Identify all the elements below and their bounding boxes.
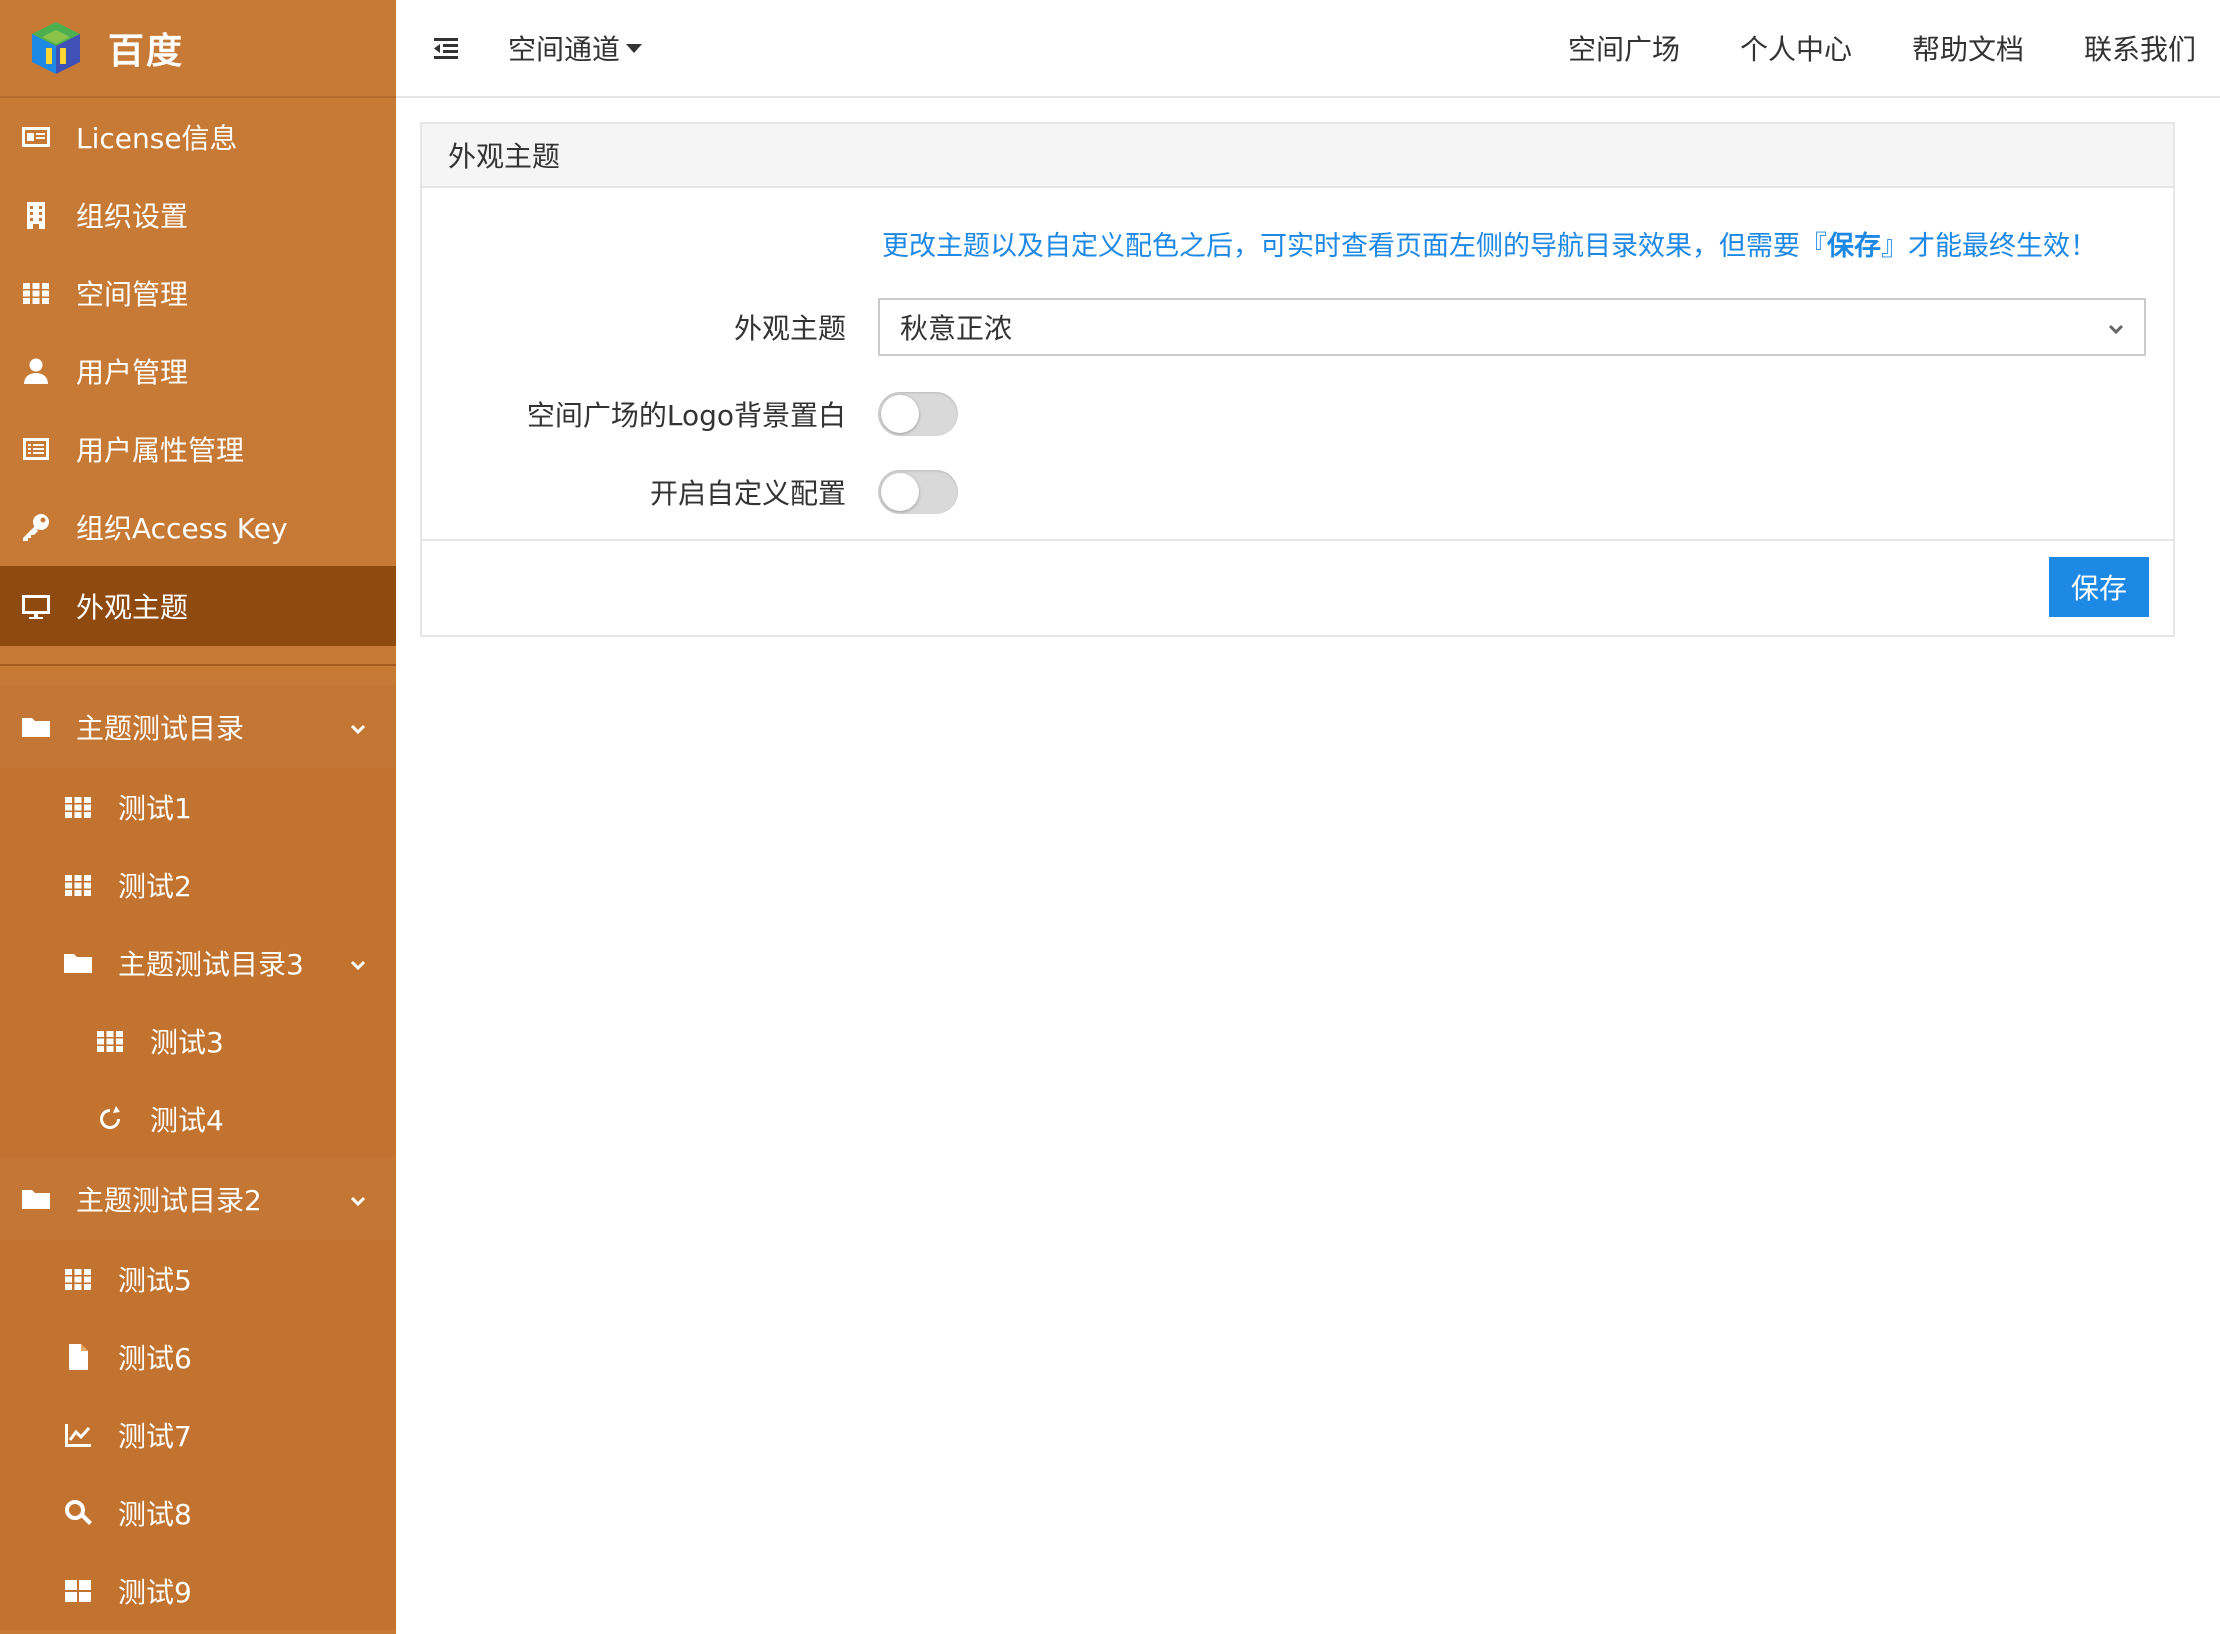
sidebar-item-label: 用户属性管理 (76, 434, 245, 467)
logo-white-label: 空间广场的Logo背景置白 (526, 399, 846, 432)
toggle-knob (881, 395, 919, 433)
building-icon (18, 197, 54, 233)
tree-item-test5[interactable]: 测试5 (0, 1240, 396, 1318)
tree-group-label: 主题测试目录2 (76, 1184, 262, 1217)
grid-icon (18, 275, 54, 311)
sidebar-toggle-icon[interactable] (430, 32, 462, 64)
tree-item-test8[interactable]: 测试8 (0, 1474, 396, 1552)
custom-config-toggle[interactable] (878, 470, 958, 514)
key-icon (18, 509, 54, 545)
custom-config-row: 开启自定义配置 (422, 470, 958, 514)
notice-save-emphasis: 保存 (1827, 231, 1881, 262)
tree-item-label: 测试3 (150, 1026, 224, 1059)
link-personal-center[interactable]: 个人中心 (1740, 28, 1852, 68)
topbar-links: 空间广场 个人中心 帮助文档 联系我们 (1508, 28, 2196, 68)
logo-white-toggle[interactable] (878, 392, 958, 436)
sidebar-item-space-management[interactable]: 空间管理 (0, 254, 396, 332)
tree-group-label: 主题测试目录 (76, 712, 245, 745)
logo-white-row: 空间广场的Logo背景置白 (422, 392, 958, 436)
sidebar-item-user-attributes[interactable]: 用户属性管理 (0, 410, 396, 488)
save-button[interactable]: 保存 (2049, 557, 2149, 617)
tree-item-label: 测试2 (118, 870, 192, 903)
desktop-icon (18, 588, 54, 624)
theme-label: 外观主题 (733, 312, 846, 345)
theme-select[interactable]: 秋意正浓 (878, 298, 2146, 356)
tree-item-test9[interactable]: 测试9 (0, 1552, 396, 1630)
tree-group-label: 主题测试目录3 (118, 948, 304, 981)
theme-select-value: 秋意正浓 (900, 312, 1013, 345)
sidebar-item-license[interactable]: License信息 (0, 98, 396, 176)
sidebar-nav: License信息 组织设置 空间管理 用户管理 用户属性管理 组织Access… (0, 98, 396, 646)
tree-item-label: 测试9 (118, 1576, 192, 1609)
sidebar-item-user-management[interactable]: 用户管理 (0, 332, 396, 410)
tree-item-label: 测试1 (118, 792, 192, 825)
custom-config-label: 开启自定义配置 (649, 477, 846, 510)
sidebar-tree: 主题测试目录 测试1 测试2 主题测试目录3 测试3 测试4 主题测试目录2 测… (0, 686, 396, 1630)
panel-title: 外观主题 (422, 124, 2173, 188)
space-channel-dropdown[interactable]: 空间通道 (508, 28, 643, 68)
sidebar-item-label: 组织设置 (76, 200, 189, 233)
file-icon (60, 1339, 96, 1375)
sidebar-item-access-key[interactable]: 组织Access Key (0, 488, 396, 566)
tree-item-label: 测试4 (150, 1104, 224, 1137)
tree-item-test6[interactable]: 测试6 (0, 1318, 396, 1396)
cube-logo (32, 22, 80, 74)
link-help-docs[interactable]: 帮助文档 (1912, 28, 2024, 68)
user-icon (18, 353, 54, 389)
sidebar-item-org-settings[interactable]: 组织设置 (0, 176, 396, 254)
tree-group-theme-test-dir[interactable]: 主题测试目录 (0, 686, 396, 768)
space-channel-label: 空间通道 (508, 33, 621, 66)
tree-item-test4[interactable]: 测试4 (0, 1080, 396, 1158)
toggle-knob (881, 473, 919, 511)
tree-group-theme-test-dir2[interactable]: 主题测试目录2 (0, 1158, 396, 1240)
link-space-plaza[interactable]: 空间广场 (1568, 28, 1680, 68)
chevron-down-icon (2104, 315, 2128, 339)
panel-footer: 保存 (422, 539, 2173, 635)
caret-down-icon (626, 43, 643, 53)
chevron-down-icon (346, 951, 370, 975)
topbar: 空间通道 空间广场 个人中心 帮助文档 联系我们 (396, 0, 2220, 98)
id-card-icon (18, 119, 54, 155)
grid-icon (60, 1261, 96, 1297)
line-chart-icon (60, 1417, 96, 1453)
tree-item-test1[interactable]: 测试1 (0, 768, 396, 846)
folder-icon (18, 709, 54, 745)
tree-group-body: 测试5 测试6 测试7 测试8 测试9 (0, 1240, 396, 1630)
brand-name: 百度 (108, 31, 185, 72)
sidebar-item-label: 组织Access Key (76, 512, 288, 545)
list-icon (18, 431, 54, 467)
tree-item-label: 测试6 (118, 1342, 192, 1375)
windows-icon (60, 1573, 96, 1609)
tree-item-test7[interactable]: 测试7 (0, 1396, 396, 1474)
grid-icon (60, 867, 96, 903)
tree-item-label: 测试8 (118, 1498, 192, 1531)
sidebar-item-label: 用户管理 (76, 356, 189, 389)
sidebar-item-appearance-theme[interactable]: 外观主题 (0, 566, 396, 646)
grid-icon (60, 789, 96, 825)
tree-group-body: 测试1 测试2 主题测试目录3 测试3 测试4 (0, 768, 396, 1158)
brand[interactable]: 百度 (0, 0, 396, 98)
chevron-down-icon (346, 715, 370, 739)
sidebar-item-label: 外观主题 (76, 591, 189, 624)
tree-group-theme-test-dir3[interactable]: 主题测试目录3 (0, 924, 396, 1002)
folder-icon (18, 1181, 54, 1217)
sidebar-divider (0, 664, 396, 666)
sidebar-item-label: License信息 (76, 122, 238, 155)
tree-item-test2[interactable]: 测试2 (0, 846, 396, 924)
notice-text: 更改主题以及自定义配色之后，可实时查看页面左侧的导航目录效果，但需要『保存』才能… (882, 231, 2097, 262)
tree-item-label: 测试7 (118, 1420, 192, 1453)
chevron-down-icon (346, 1187, 370, 1211)
tree-item-test3[interactable]: 测试3 (0, 1002, 396, 1080)
sidebar: 百度 License信息 组织设置 空间管理 用户管理 用户属性管理 组织Acc… (0, 0, 396, 1634)
link-contact-us[interactable]: 联系我们 (2084, 28, 2196, 68)
tree-item-label: 测试5 (118, 1264, 192, 1297)
folder-icon (60, 945, 96, 981)
search-icon (60, 1495, 96, 1531)
theme-select-row: 外观主题 秋意正浓 (422, 298, 2146, 356)
theme-panel: 外观主题 更改主题以及自定义配色之后，可实时查看页面左侧的导航目录效果，但需要『… (420, 122, 2175, 637)
refresh-icon (92, 1101, 128, 1137)
sidebar-item-label: 空间管理 (76, 278, 189, 311)
grid-icon (92, 1023, 128, 1059)
